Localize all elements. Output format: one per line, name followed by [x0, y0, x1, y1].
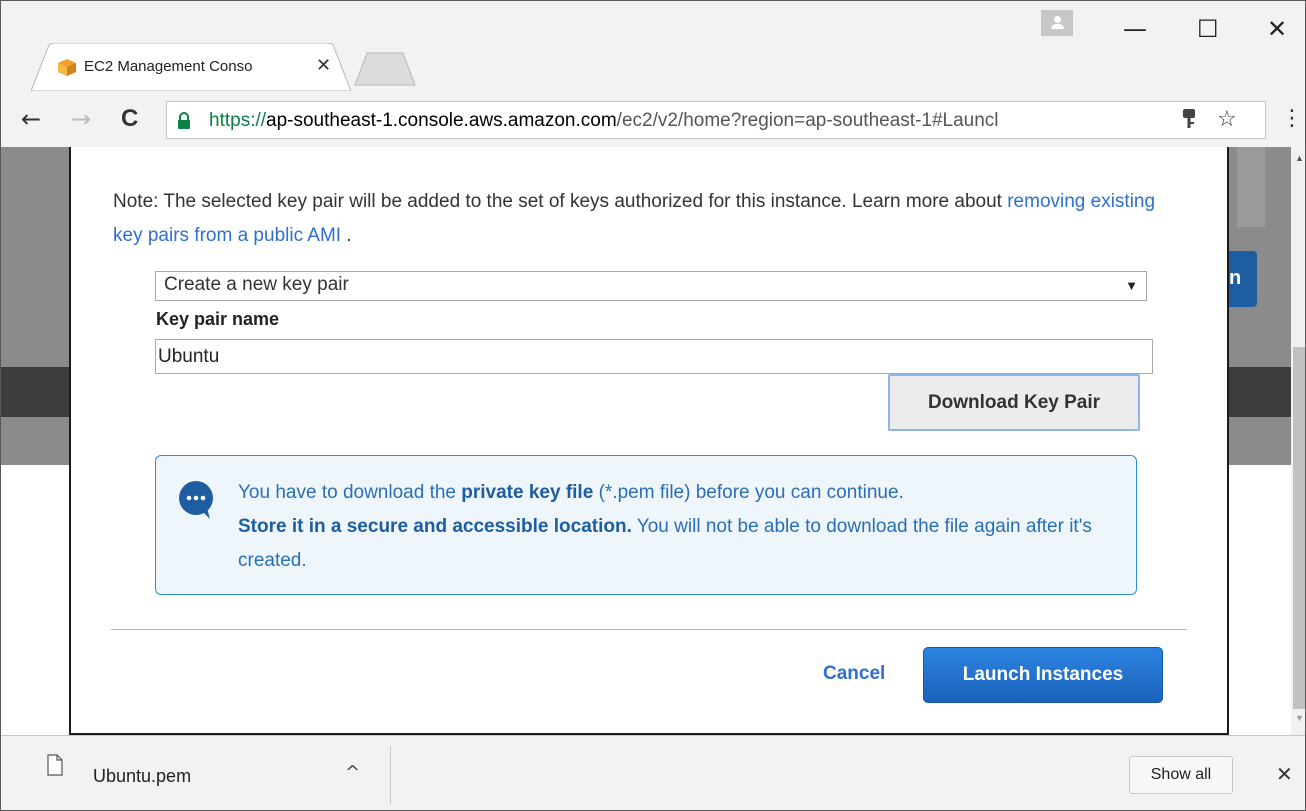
chevron-up-icon[interactable]: ^: [345, 762, 360, 783]
scrollbar-thumb[interactable]: [1293, 347, 1305, 709]
info-alert: You have to download the private key fil…: [155, 455, 1137, 595]
key-pair-dialog: Note: The selected key pair will be adde…: [69, 147, 1229, 735]
page-content: n Note: The selected key pair will be ad…: [1, 147, 1291, 735]
tab-close-icon[interactable]: ✕: [316, 55, 331, 76]
close-window-button[interactable]: ✕: [1267, 17, 1287, 41]
download-shelf: Ubuntu.pem ^ Show all ✕: [1, 735, 1305, 810]
url-text: https://ap-southeast-1.console.aws.amazo…: [209, 110, 999, 131]
title-bar: — ☐ ✕ EC2 Management Conso ✕: [1, 1, 1305, 93]
reload-icon[interactable]: C: [121, 107, 138, 131]
file-icon: [47, 754, 63, 776]
close-shelf-icon[interactable]: ✕: [1276, 762, 1293, 786]
scroll-down-arrow-icon[interactable]: ▼: [1295, 713, 1304, 723]
key-pair-option-select[interactable]: Create a new key pair ▼: [155, 271, 1147, 301]
back-icon[interactable]: ←: [21, 107, 41, 131]
profile-icon: [1053, 16, 1061, 23]
chat-bubble-icon: [179, 481, 213, 519]
tab-ec2-console[interactable]: EC2 Management Conso ✕: [31, 43, 351, 91]
key-pair-note: Note: The selected key pair will be adde…: [113, 191, 1156, 246]
profile-button[interactable]: [1041, 10, 1073, 36]
footer-divider: [111, 629, 1187, 630]
key-icon[interactable]: [1182, 109, 1196, 129]
bookmark-star-icon[interactable]: ☆: [1217, 107, 1237, 132]
new-tab-button[interactable]: [353, 51, 417, 87]
shelf-separator: [390, 746, 391, 804]
menu-icon[interactable]: ⋮: [1281, 107, 1303, 131]
address-bar[interactable]: https://ap-southeast-1.console.aws.amazo…: [166, 101, 1266, 139]
key-pair-name-input[interactable]: [155, 339, 1153, 374]
page-scrollbar[interactable]: ▲ ▼: [1291, 147, 1305, 735]
launch-instances-button[interactable]: Launch Instances: [923, 647, 1163, 703]
download-key-pair-button[interactable]: Download Key Pair: [888, 374, 1140, 431]
scroll-up-arrow-icon[interactable]: ▲: [1295, 153, 1304, 163]
browser-window: — ☐ ✕ EC2 Management Conso ✕ ← → C https…: [0, 0, 1306, 811]
maximize-button[interactable]: ☐: [1197, 17, 1219, 41]
alert-message: You have to download the private key fil…: [238, 482, 1092, 571]
forward-icon[interactable]: →: [71, 107, 91, 131]
dropdown-arrow-icon: ▼: [1125, 278, 1138, 293]
tab-title: EC2 Management Conso: [84, 58, 253, 75]
key-pair-name-label: Key pair name: [156, 309, 280, 329]
downloaded-file-name[interactable]: Ubuntu.pem: [93, 766, 191, 787]
show-all-button[interactable]: Show all: [1129, 756, 1233, 794]
minimize-button[interactable]: —: [1123, 17, 1147, 41]
lock-icon: [178, 112, 190, 129]
browser-toolbar: ← → C https://ap-southeast-1.console.aws…: [1, 95, 1305, 147]
background-dropdown: [1237, 147, 1265, 227]
aws-cube-icon: [58, 59, 76, 76]
cancel-button[interactable]: Cancel: [823, 663, 885, 685]
